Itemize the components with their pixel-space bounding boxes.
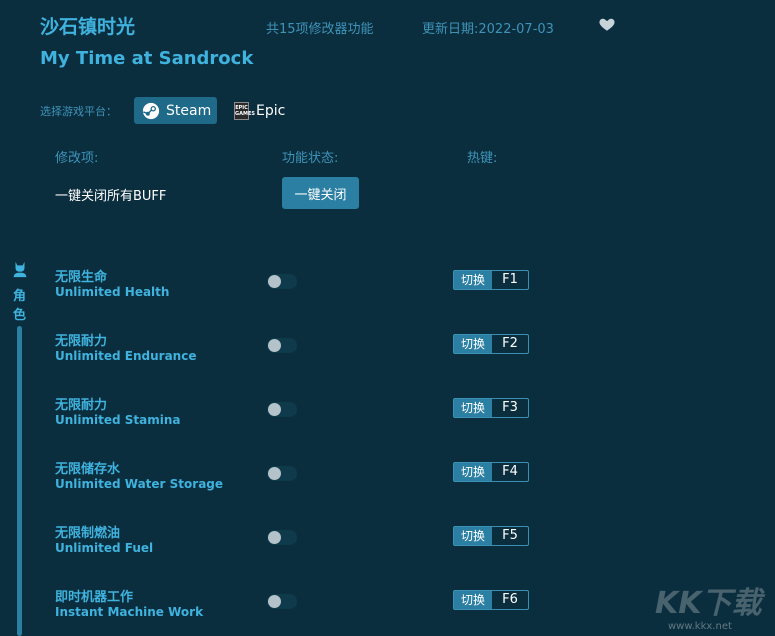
hotkey-switch-button[interactable]: 切换 (454, 399, 492, 417)
hotkey-control: 切换 F4 (453, 462, 529, 482)
cheat-row: 无限耐力 Unlimited Endurance 切换 F2 (0, 330, 775, 380)
heart-icon[interactable] (598, 15, 616, 33)
toggle-knob (268, 339, 281, 352)
watermark-logo: KK下载 (655, 586, 762, 621)
hotkey-key[interactable]: F2 (492, 335, 528, 353)
buff-label: 一键关闭所有BUFF (55, 189, 167, 204)
cheat-name-en: Unlimited Fuel (55, 541, 154, 555)
toggle-knob (268, 275, 281, 288)
cheat-toggle[interactable] (267, 274, 297, 289)
column-header-hotkey: 热键: (467, 151, 498, 166)
cheat-name-cn: 无限制燃油 (55, 526, 121, 541)
game-title-cn: 沙石镇时光 (40, 16, 136, 38)
cheat-name-cn: 无限储存水 (55, 462, 121, 477)
cheat-name-en: Unlimited Stamina (55, 413, 181, 427)
steam-label: Steam (166, 102, 212, 119)
column-header-item: 修改项: (55, 151, 99, 166)
cheat-name-en: Instant Machine Work (55, 605, 204, 619)
steam-icon (142, 102, 160, 119)
hotkey-switch-button[interactable]: 切换 (454, 591, 492, 609)
epic-icon: EPIC GAMES (234, 101, 255, 120)
watermark-url: www.kkx.net (668, 621, 732, 632)
cheat-name-cn: 无限生命 (55, 270, 108, 285)
cheat-toggle[interactable] (267, 530, 297, 545)
cheat-name-en: Unlimited Endurance (55, 349, 197, 363)
feature-count: 共15项修改器功能 (266, 22, 374, 37)
cheat-name-cn: 无限耐力 (55, 398, 108, 413)
platform-epic-button[interactable]: EPIC GAMES Epic (234, 97, 285, 124)
toggle-knob (268, 531, 281, 544)
update-date: 更新日期:2022-07-03 (422, 22, 554, 37)
cheat-name-cn: 无限耐力 (55, 334, 108, 349)
column-header-status: 功能状态: (282, 151, 339, 166)
cheat-toggle[interactable] (267, 338, 297, 353)
epic-label: Epic (256, 102, 286, 119)
hotkey-control: 切换 F2 (453, 334, 529, 354)
hotkey-key[interactable]: F3 (492, 399, 528, 417)
cheat-toggle[interactable] (267, 402, 297, 417)
cheat-name-cn: 即时机器工作 (55, 590, 134, 605)
cheat-row: 无限耐力 Unlimited Stamina 切换 F3 (0, 394, 775, 444)
cheat-toggle[interactable] (267, 594, 297, 609)
hotkey-switch-button[interactable]: 切换 (454, 271, 492, 289)
hotkey-control: 切换 F3 (453, 398, 529, 418)
close-all-buff-button[interactable]: 一键关闭 (282, 177, 359, 209)
hotkey-key[interactable]: F1 (492, 271, 528, 289)
cheat-name-en: Unlimited Health (55, 285, 170, 299)
cheat-toggle[interactable] (267, 466, 297, 481)
hotkey-control: 切换 F1 (453, 270, 529, 290)
hotkey-switch-button[interactable]: 切换 (454, 527, 492, 545)
cheat-row: 无限制燃油 Unlimited Fuel 切换 F5 (0, 522, 775, 572)
cheat-row: 无限生命 Unlimited Health 切换 F1 (0, 266, 775, 316)
game-title-en: My Time at Sandrock (40, 48, 254, 69)
platform-steam-button[interactable]: Steam (134, 97, 217, 124)
platform-label: 选择游戏平台： (40, 105, 117, 118)
hotkey-key[interactable]: F4 (492, 463, 528, 481)
hotkey-key[interactable]: F6 (492, 591, 528, 609)
hotkey-control: 切换 F6 (453, 590, 529, 610)
cheat-name-en: Unlimited Water Storage (55, 477, 224, 491)
toggle-knob (268, 595, 281, 608)
toggle-knob (268, 467, 281, 480)
hotkey-switch-button[interactable]: 切换 (454, 335, 492, 353)
hotkey-control: 切换 F5 (453, 526, 529, 546)
toggle-knob (268, 403, 281, 416)
cheat-row: 无限储存水 Unlimited Water Storage 切换 F4 (0, 458, 775, 508)
hotkey-key[interactable]: F5 (492, 527, 528, 545)
hotkey-switch-button[interactable]: 切换 (454, 463, 492, 481)
